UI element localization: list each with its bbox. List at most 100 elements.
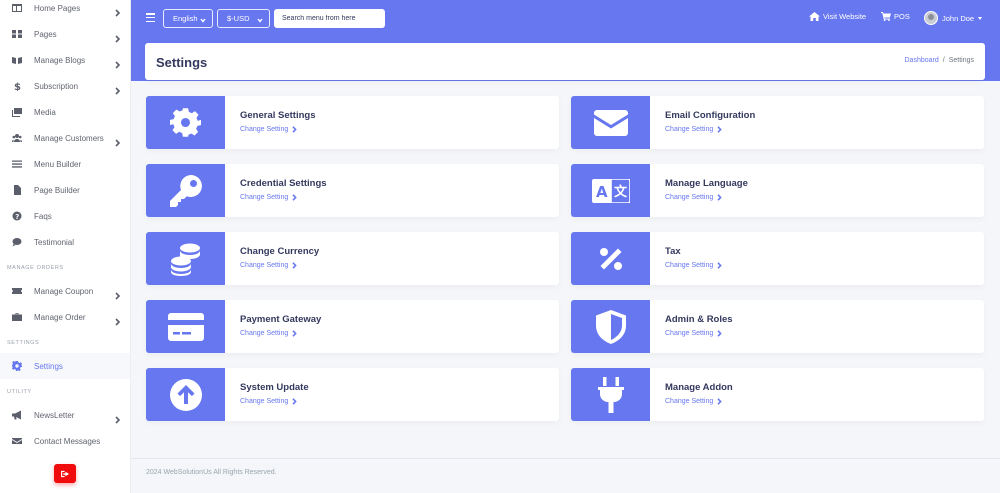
- change-setting-label: Change Setting: [665, 262, 714, 269]
- dollar-icon: $: [12, 81, 22, 91]
- footer-divider: [131, 458, 1000, 459]
- breadcrumb-current: Settings: [948, 57, 974, 64]
- grid-icon: [12, 29, 22, 39]
- card-system-update[interactable]: System Update Change Setting: [146, 368, 559, 421]
- user-menu[interactable]: John Doe: [924, 11, 983, 25]
- card-payment-gateway[interactable]: Payment Gateway Change Setting: [146, 300, 559, 353]
- card-icon-box: [571, 300, 650, 353]
- sidebar-item-manage-coupon[interactable]: Manage Coupon: [0, 278, 130, 304]
- chevron-right-icon: [115, 134, 121, 147]
- sidebar-item-label: Faqs: [34, 211, 52, 221]
- arrow-up-circle-icon: [169, 378, 202, 411]
- breadcrumb-dashboard-link[interactable]: Dashboard: [905, 57, 939, 64]
- page-title: Settings: [156, 55, 208, 70]
- card-icon-box: [146, 368, 225, 421]
- change-setting-link[interactable]: Change Setting: [240, 330, 297, 337]
- sidebar-item-testimonial[interactable]: Testimonial: [0, 229, 130, 255]
- sidebar-item-label: Testimonial: [34, 237, 75, 247]
- chevron-down-icon: [257, 16, 263, 23]
- sidebar-item-faqs[interactable]: ? Faqs: [0, 203, 130, 229]
- chevron-right-icon: [717, 330, 722, 337]
- card-title: Change Currency: [240, 246, 320, 257]
- sidebar-section-settings: SETTINGS: [7, 340, 40, 346]
- card-title: General Settings: [240, 110, 316, 121]
- sidebar-item-label: Page Builder: [34, 185, 80, 195]
- change-setting-link[interactable]: Change Setting: [240, 262, 297, 269]
- card-title: Credential Settings: [240, 178, 327, 189]
- breadcrumb-separator: /: [942, 57, 945, 64]
- gear-icon: [170, 108, 201, 137]
- change-setting-link[interactable]: Change Setting: [665, 262, 722, 269]
- card-email-configuration[interactable]: Email Configuration Change Setting: [571, 96, 984, 149]
- card-icon-box: A文: [571, 164, 650, 217]
- card-manage-addon[interactable]: Manage Addon Change Setting: [571, 368, 984, 421]
- card-icon-box: [571, 232, 650, 285]
- sidebar-item-label: Manage Order: [34, 312, 86, 322]
- card-manage-language[interactable]: A文 Manage Language Change Setting: [571, 164, 984, 217]
- change-setting-link[interactable]: Change Setting: [240, 126, 297, 133]
- sidebar-item-media[interactable]: Media: [0, 99, 130, 125]
- pos-link[interactable]: POS: [881, 12, 910, 21]
- sidebar-item-label: Manage Blogs: [34, 55, 86, 65]
- visit-website-link[interactable]: Visit Website: [809, 12, 866, 21]
- sidebar-item-settings[interactable]: Settings: [0, 353, 130, 379]
- change-setting-link[interactable]: Change Setting: [665, 126, 722, 133]
- change-setting-label: Change Setting: [665, 398, 714, 405]
- language-select[interactable]: English: [163, 9, 213, 28]
- ticket-icon: [12, 286, 22, 296]
- card-general-settings[interactable]: General Settings Change Setting: [146, 96, 559, 149]
- footer-copyright: 2024 WebSolutionUs All Rights Reserved.: [146, 469, 277, 476]
- change-setting-link[interactable]: Change Setting: [665, 398, 722, 405]
- coins-icon: [170, 243, 200, 276]
- card-title: Admin & Roles: [665, 314, 733, 325]
- sidebar-item-manage-customers[interactable]: Manage Customers: [0, 125, 130, 151]
- card-title: System Update: [240, 382, 309, 393]
- card-title: Manage Addon: [665, 382, 733, 393]
- sidebar-item-manage-blogs[interactable]: Manage Blogs: [0, 47, 130, 73]
- card-icon-box: [146, 300, 225, 353]
- change-setting-label: Change Setting: [240, 330, 289, 337]
- svg-text:A: A: [596, 183, 608, 201]
- sidebar-item-pages[interactable]: Pages: [0, 21, 130, 47]
- search-input[interactable]: [274, 9, 385, 28]
- card-icon-box: [571, 368, 650, 421]
- logout-button[interactable]: [54, 464, 76, 483]
- file-icon: [12, 185, 22, 195]
- chevron-right-icon: [115, 56, 121, 69]
- chevron-right-icon: [292, 398, 297, 405]
- sidebar-item-subscription[interactable]: $ Subscription: [0, 73, 130, 99]
- menu-toggle-icon[interactable]: [146, 13, 156, 23]
- sidebar-item-menu-builder[interactable]: Menu Builder: [0, 151, 130, 177]
- change-setting-link[interactable]: Change Setting: [665, 194, 722, 201]
- card-title: Tax: [665, 246, 681, 257]
- change-setting-link[interactable]: Change Setting: [240, 194, 297, 201]
- chevron-right-icon: [115, 4, 121, 17]
- sidebar-item-label: Home Pages: [34, 3, 81, 13]
- change-setting-link[interactable]: Change Setting: [665, 330, 722, 337]
- card-icon-box: [146, 164, 225, 217]
- sidebar-item-contact-messages[interactable]: Contact Messages: [0, 428, 130, 454]
- card-credential-settings[interactable]: Credential Settings Change Setting: [146, 164, 559, 217]
- sidebar-item-home-pages[interactable]: Home Pages: [0, 0, 130, 21]
- chevron-right-icon: [115, 313, 121, 326]
- percent-icon: [599, 247, 622, 270]
- sidebar-item-newsletter[interactable]: NewsLetter: [0, 402, 130, 428]
- chevron-right-icon: [115, 82, 121, 95]
- currency-select[interactable]: $-USD: [217, 9, 270, 28]
- breadcrumb: Dashboard / Settings: [905, 57, 975, 64]
- card-title: Payment Gateway: [240, 314, 322, 325]
- briefcase-icon: [12, 312, 22, 322]
- logout-icon: [60, 470, 69, 477]
- card-tax[interactable]: Tax Change Setting: [571, 232, 984, 285]
- card-icon-box: [571, 96, 650, 149]
- sidebar-item-label: Pages: [34, 29, 57, 39]
- sidebar-item-manage-order[interactable]: Manage Order: [0, 304, 130, 330]
- card-admin-roles[interactable]: Admin & Roles Change Setting: [571, 300, 984, 353]
- caret-down-icon: [978, 16, 983, 20]
- sidebar-item-page-builder[interactable]: Page Builder: [0, 177, 130, 203]
- sidebar-item-label: Settings: [34, 361, 63, 371]
- change-setting-label: Change Setting: [665, 330, 714, 337]
- card-change-currency[interactable]: Change Currency Change Setting: [146, 232, 559, 285]
- change-setting-link[interactable]: Change Setting: [240, 398, 297, 405]
- sidebar-section-manage-orders: MANAGE ORDERS: [7, 265, 64, 271]
